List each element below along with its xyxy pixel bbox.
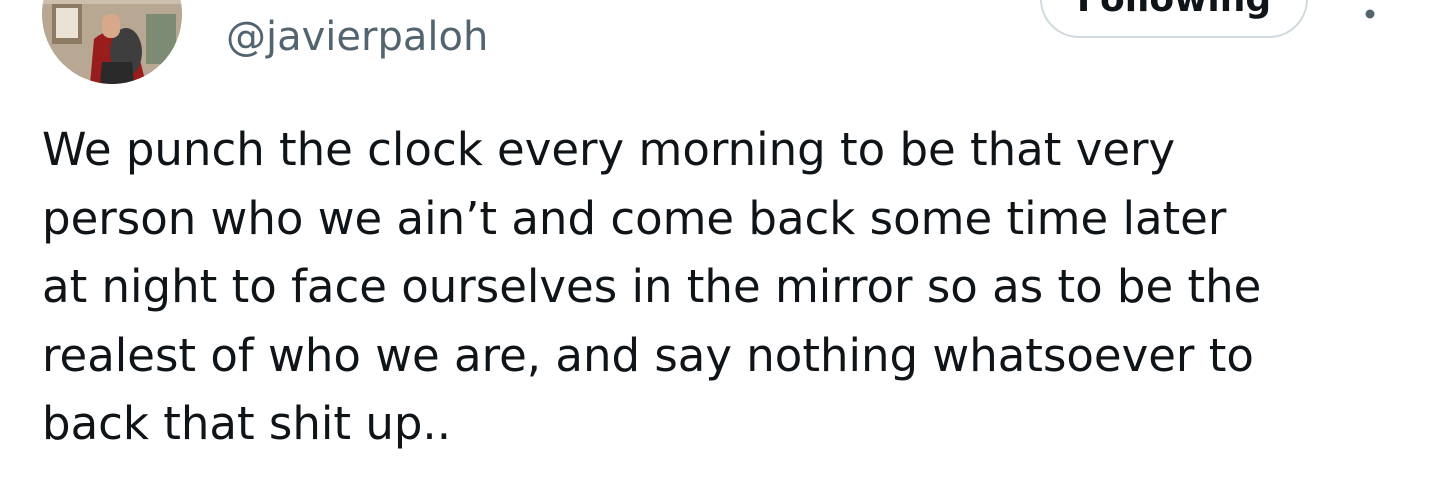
tweet-line: person who we ain’t and come back some t… <box>42 191 1227 245</box>
tweet-line: We punch the clock every morning to be t… <box>42 123 1176 176</box>
more-vertical-icon <box>1365 9 1375 19</box>
author-handle[interactable]: @javierpaloh <box>226 12 488 62</box>
tweet-line: back that shit up.. <box>42 397 452 450</box>
avatar[interactable] <box>42 0 182 84</box>
more-options-button[interactable] <box>1352 0 1388 28</box>
following-button[interactable]: Following <box>1040 0 1308 38</box>
tweet-line: at night to face ourselves in the mirror… <box>42 260 1262 313</box>
following-button-label: Following <box>1077 0 1271 20</box>
tweet-line: realest of who we are, and say nothing w… <box>42 328 1254 382</box>
avatar-image <box>42 0 182 84</box>
tweet-text: We punch the clock every morning to be t… <box>42 116 1382 459</box>
